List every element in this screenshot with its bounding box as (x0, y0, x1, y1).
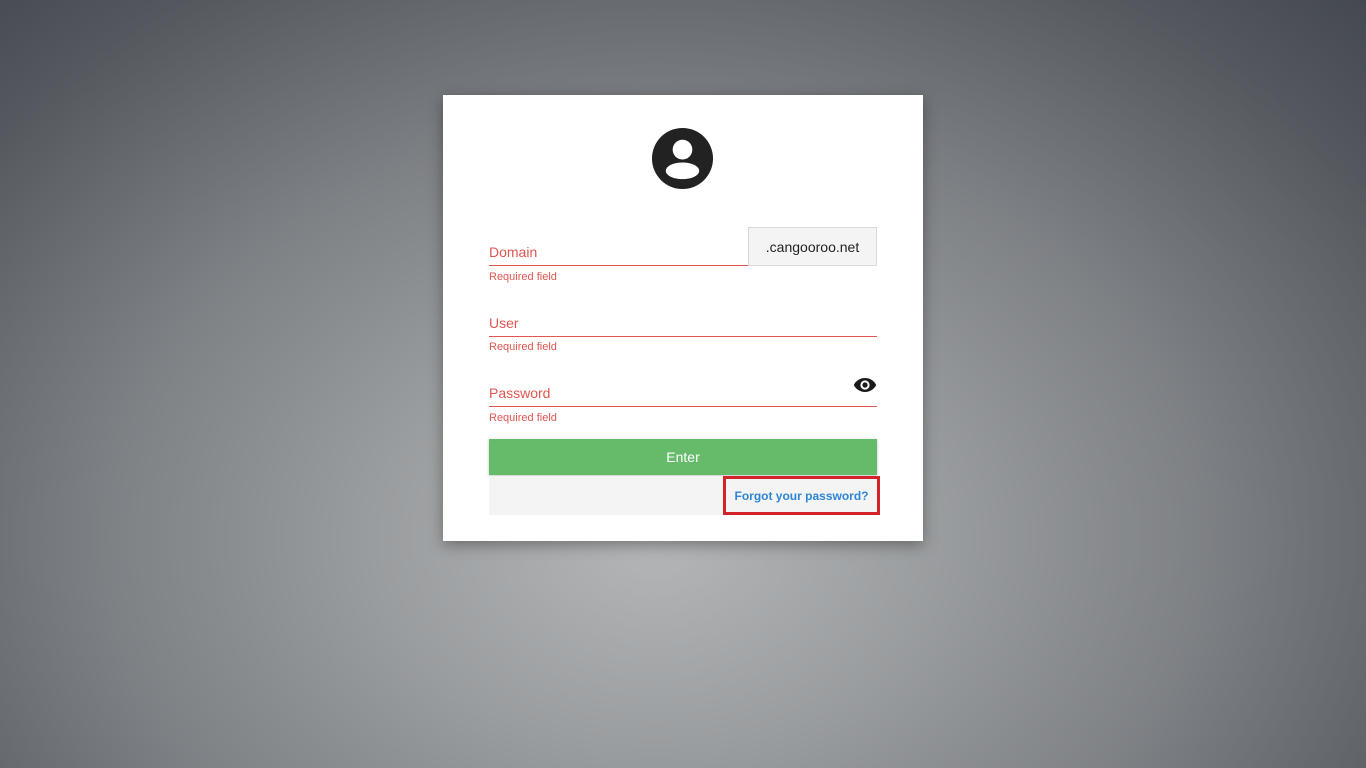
password-underline (489, 406, 877, 407)
domain-error: Required field (489, 271, 557, 283)
account-circle-icon (651, 127, 714, 190)
eye-icon[interactable] (853, 377, 877, 393)
password-label: Password (489, 385, 551, 401)
forgot-password-highlight: Forgot your password? (723, 476, 880, 515)
enter-button[interactable]: Enter (489, 439, 877, 475)
user-label: User (489, 315, 519, 331)
domain-underline (489, 265, 748, 266)
user-underline (489, 336, 877, 337)
domain-label: Domain (489, 244, 538, 260)
user-error: Required field (489, 341, 557, 353)
password-error: Required field (489, 412, 557, 424)
domain-suffix: .cangooroo.net (748, 227, 877, 266)
forgot-password-link[interactable]: Forgot your password? (734, 489, 868, 503)
login-card: Domain Required field .cangooroo.net Use… (443, 95, 923, 541)
